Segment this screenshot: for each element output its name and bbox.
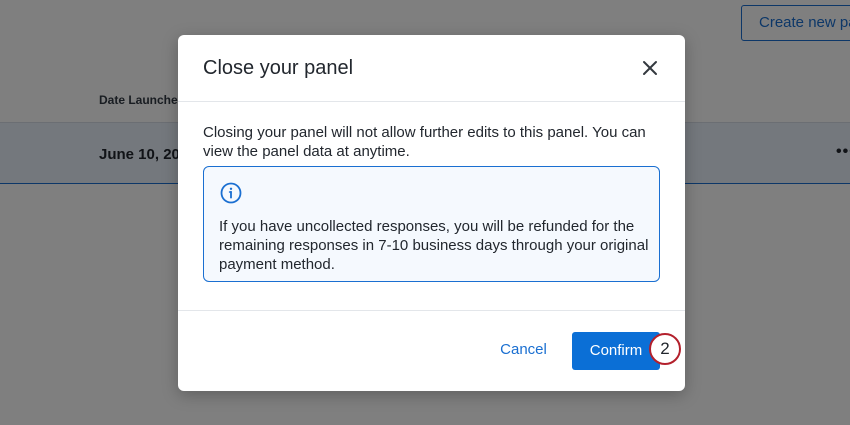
dialog-header: Close your panel (178, 35, 685, 102)
confirm-button[interactable]: Confirm (572, 332, 660, 370)
close-icon (643, 61, 657, 75)
step-number-badge: 2 (649, 333, 681, 365)
dialog-title: Close your panel (203, 57, 354, 79)
dialog-footer-divider (178, 310, 685, 311)
cancel-button[interactable]: Cancel (486, 332, 561, 368)
close-dialog-button[interactable] (640, 58, 660, 78)
close-panel-dialog: Close your panel Closing your panel will… (178, 35, 685, 391)
info-notice-text: If you have uncollected responses, you w… (219, 218, 649, 273)
info-notice-box: If you have uncollected responses, you w… (203, 166, 660, 282)
info-icon (220, 182, 242, 204)
dialog-message: Closing your panel will not allow furthe… (203, 124, 646, 160)
